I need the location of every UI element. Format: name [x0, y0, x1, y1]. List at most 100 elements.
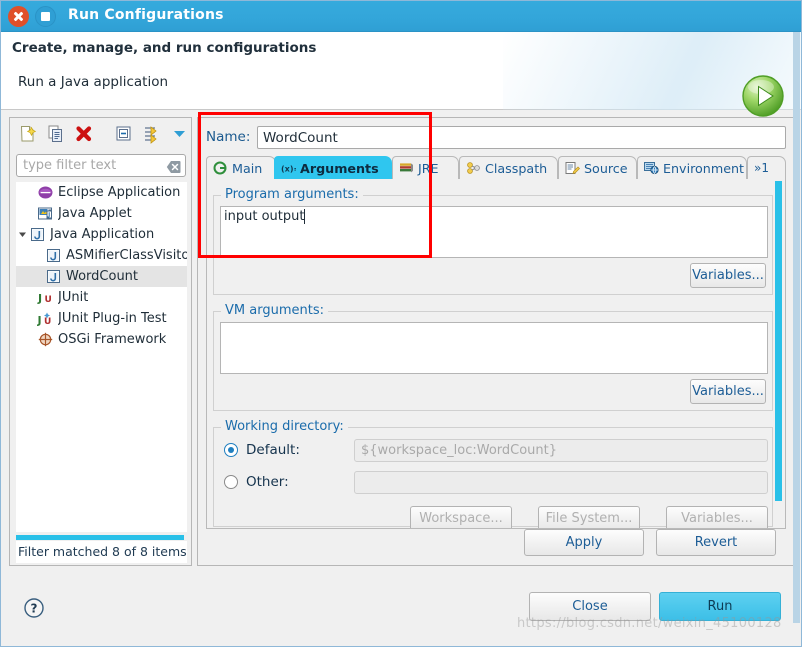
- svg-text:U: U: [44, 317, 51, 327]
- window-title: Run Configurations: [68, 7, 224, 23]
- tab-label: Arguments: [300, 160, 379, 176]
- text-caret: ​: [304, 209, 306, 224]
- filter-input[interactable]: type filter text: [16, 154, 186, 177]
- other-directory-input[interactable]: [354, 471, 768, 494]
- tree-item-label: JUnit Plug-in Test: [58, 311, 167, 326]
- tree-horizontal-scrollbar[interactable]: [16, 535, 186, 540]
- tab-label: Classpath: [485, 160, 548, 176]
- other-radio[interactable]: [224, 475, 238, 489]
- tree-item-eclipse-application[interactable]: Eclipse Application: [16, 182, 187, 203]
- button-label: Close: [572, 599, 608, 614]
- tab-jre[interactable]: JRE: [392, 156, 459, 179]
- tree-item-java-applet[interactable]: Java Applet: [16, 203, 187, 224]
- close-icon[interactable]: [8, 6, 29, 27]
- banner-title: Create, manage, and run configurations: [12, 40, 317, 56]
- tab-content-vertical-scrollbar[interactable]: [775, 181, 782, 526]
- tree-item-label: OSGi Framework: [58, 332, 167, 347]
- java-application-icon: [29, 226, 46, 243]
- workspace-button[interactable]: Workspace...: [410, 506, 512, 528]
- vm-arguments-group: VM arguments: Variables...: [213, 303, 773, 411]
- arguments-tab-content: Program arguments: input output​ Variabl…: [206, 179, 786, 529]
- svg-text:(x)=: (x)=: [281, 165, 296, 174]
- file-system-button[interactable]: File System...: [538, 506, 640, 528]
- tree-item-label: WordCount: [66, 269, 139, 284]
- vm-arguments-variables-button[interactable]: Variables...: [690, 379, 766, 404]
- svg-text:J: J: [37, 314, 42, 327]
- apply-button[interactable]: Apply: [524, 529, 644, 556]
- java-applet-icon: [37, 205, 54, 222]
- tab-classpath[interactable]: Classpath: [459, 156, 558, 179]
- default-radio-label: Default:: [246, 442, 300, 458]
- delete-icon[interactable]: [73, 123, 95, 145]
- filter-status-text: Filter matched 8 of 8 items: [16, 541, 187, 563]
- tree-item-asmifier-class-visitor[interactable]: ASMifierClassVisito: [16, 245, 187, 266]
- clear-icon[interactable]: [166, 159, 181, 173]
- filter-icon[interactable]: [141, 123, 163, 145]
- environment-tab-icon: [644, 161, 659, 175]
- window-vertical-scrollbar[interactable]: [793, 32, 800, 623]
- configuration-editor-panel: Name: Main (x)= Argu: [197, 117, 795, 566]
- svg-text:?: ?: [31, 602, 38, 616]
- program-arguments-group: Program arguments: input output​ Variabl…: [213, 187, 773, 295]
- maximize-icon[interactable]: [35, 6, 56, 27]
- button-label: Variables...: [692, 268, 764, 283]
- twisty-expanded-icon[interactable]: [16, 224, 29, 245]
- configurations-tree[interactable]: Eclipse Application Java Applet Java App…: [16, 182, 187, 532]
- new-configuration-icon[interactable]: [17, 123, 39, 145]
- name-input[interactable]: [257, 126, 786, 149]
- tree-item-java-application[interactable]: Java Application: [16, 224, 187, 245]
- tree-item-osgi-framework[interactable]: OSGi Framework: [16, 329, 187, 350]
- vm-arguments-input[interactable]: [220, 322, 768, 374]
- program-arguments-input[interactable]: input output​: [220, 206, 768, 258]
- tree-item-junit-plugin-test[interactable]: J U JUnit Plug-in Test: [16, 308, 187, 329]
- tree-item-label: Java Application: [50, 227, 155, 242]
- tab-label: Main: [232, 160, 263, 176]
- run-green-play-icon: [741, 74, 785, 118]
- dialog-banner: Create, manage, and run configurations R…: [1, 32, 801, 117]
- title-bar: Run Configurations: [1, 1, 801, 32]
- program-arguments-label: Program arguments:: [221, 187, 363, 202]
- revert-button[interactable]: Revert: [656, 529, 776, 556]
- tree-item-junit[interactable]: J U JUnit: [16, 287, 187, 308]
- window-controls: [8, 6, 56, 27]
- twisty-placeholder: [24, 182, 37, 203]
- tree-item-wordcount[interactable]: WordCount: [16, 266, 187, 287]
- scrollbar-thumb[interactable]: [16, 535, 184, 540]
- working-directory-label: Working directory:: [221, 419, 348, 434]
- scrollbar-thumb[interactable]: [775, 181, 782, 501]
- svg-text:U: U: [45, 295, 52, 305]
- button-label: Revert: [694, 535, 738, 550]
- vm-arguments-label: VM arguments:: [221, 303, 328, 318]
- working-directory-default-radio-row[interactable]: Default:: [224, 442, 300, 458]
- scrollbar-thumb[interactable]: [793, 32, 800, 623]
- other-radio-label: Other:: [246, 474, 289, 490]
- tab-source[interactable]: Source: [558, 156, 637, 179]
- button-label: Variables...: [692, 384, 764, 399]
- tree-item-label: JUnit: [58, 290, 89, 305]
- default-radio[interactable]: [224, 443, 238, 457]
- java-launch-icon: [45, 247, 62, 264]
- view-menu-icon[interactable]: [169, 123, 191, 145]
- tab-strip: Main (x)= Arguments: [206, 156, 786, 179]
- tab-main[interactable]: Main: [206, 156, 276, 179]
- classpath-tab-icon: [466, 161, 481, 175]
- jre-tab-icon: [399, 161, 414, 175]
- collapse-all-icon[interactable]: [113, 123, 135, 145]
- tab-arguments[interactable]: (x)= Arguments: [274, 156, 392, 179]
- working-directory-other-radio-row[interactable]: Other:: [224, 474, 289, 490]
- duplicate-icon[interactable]: [45, 123, 67, 145]
- working-directory-variables-button[interactable]: Variables...: [666, 506, 768, 528]
- tab-label: Source: [584, 160, 628, 176]
- apply-revert-row: Apply Revert: [206, 529, 786, 557]
- tab-overflow[interactable]: »1: [747, 156, 786, 179]
- help-icon[interactable]: ?: [23, 597, 45, 619]
- tab-environment[interactable]: Environment: [637, 156, 747, 179]
- button-label: Apply: [565, 535, 603, 550]
- svg-text:J: J: [37, 292, 42, 305]
- filter-placeholder: type filter text: [23, 158, 117, 173]
- tab-label: JRE: [418, 160, 439, 176]
- arguments-tab-icon: (x)=: [281, 161, 300, 175]
- main-tab-icon: [213, 161, 228, 175]
- eclipse-icon: [37, 184, 54, 201]
- program-arguments-variables-button[interactable]: Variables...: [690, 263, 766, 288]
